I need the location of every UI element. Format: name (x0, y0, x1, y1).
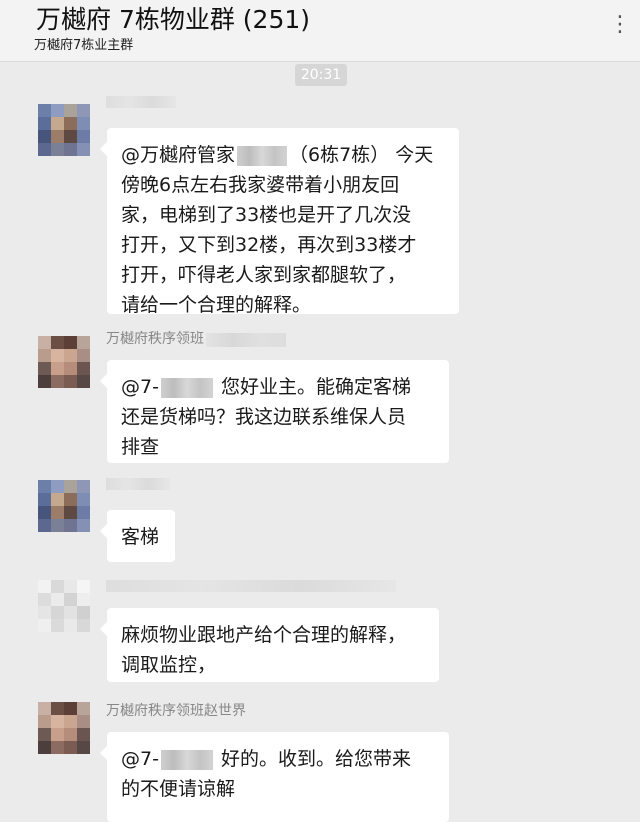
message-line: 排查 (121, 436, 160, 458)
redacted-mention (160, 377, 213, 398)
message-line: 家，电梯到了33楼也是开了几次没 (121, 204, 412, 226)
message-bubble[interactable]: 客梯 (100, 510, 175, 562)
message-bubble[interactable]: 麻烦物业跟地产给个合理的解释， 调取监控， (100, 608, 439, 682)
message-line: 打开，又下到32楼，再次到33楼才 (121, 234, 417, 256)
message-line: 还是货梯吗？我这边联系维保人员 (121, 406, 407, 428)
message-timestamp: 20:31 (295, 64, 347, 86)
sender-name: 万樾府秩序领班赵世界 (106, 703, 246, 719)
message-bubble[interactable]: @7- 好的。收到。给您带来 的不便请谅解 (100, 732, 449, 822)
sender-name-redacted (106, 96, 176, 108)
avatar[interactable] (38, 104, 90, 156)
message-line: 傍晚6点左右我家婆带着小朋友回 (121, 174, 400, 196)
avatar[interactable] (38, 580, 90, 632)
message-line: 请给一个合理的解释。 (121, 294, 312, 316)
message-line: @7- 您好业主。能确定客梯 (121, 376, 411, 398)
more-icon[interactable]: ⋮ (609, 14, 632, 36)
message-line: 麻烦物业跟地产给个合理的解释， (121, 624, 407, 646)
redacted-mention (237, 145, 288, 166)
chat-title: 万樾府 7栋物业群 (251) (36, 5, 311, 34)
redacted-mention (160, 749, 213, 770)
avatar[interactable] (38, 480, 90, 532)
sender-name-redacted (206, 333, 286, 347)
message-line: 客梯 (121, 526, 160, 548)
message-line: 调取监控， (121, 654, 217, 676)
message-line: @万樾府管家 （6栋7栋） 今天 (121, 144, 434, 166)
message-bubble[interactable]: @7- 您好业主。能确定客梯 还是货梯吗？我这边联系维保人员 排查 (100, 360, 449, 463)
sender-name-redacted (106, 580, 396, 592)
message-line: 的不便请谅解 (121, 778, 236, 800)
message-line: @7- 好的。收到。给您带来 (121, 748, 411, 770)
sender-name: 万樾府秩序领班 (106, 331, 204, 347)
message-line: 打开，吓得老人家到家都腿软了， (121, 264, 407, 286)
chat-subtitle: 万樾府7栋业主群 (34, 38, 134, 53)
avatar[interactable] (38, 336, 90, 388)
chat-header: 万樾府 7栋物业群 (251) 万樾府7栋业主群 ⋮ (0, 0, 640, 62)
message-bubble[interactable]: @万樾府管家 （6栋7栋） 今天 傍晚6点左右我家婆带着小朋友回 家，电梯到了33… (100, 128, 459, 316)
avatar[interactable] (38, 702, 90, 754)
sender-name-redacted (106, 478, 170, 490)
